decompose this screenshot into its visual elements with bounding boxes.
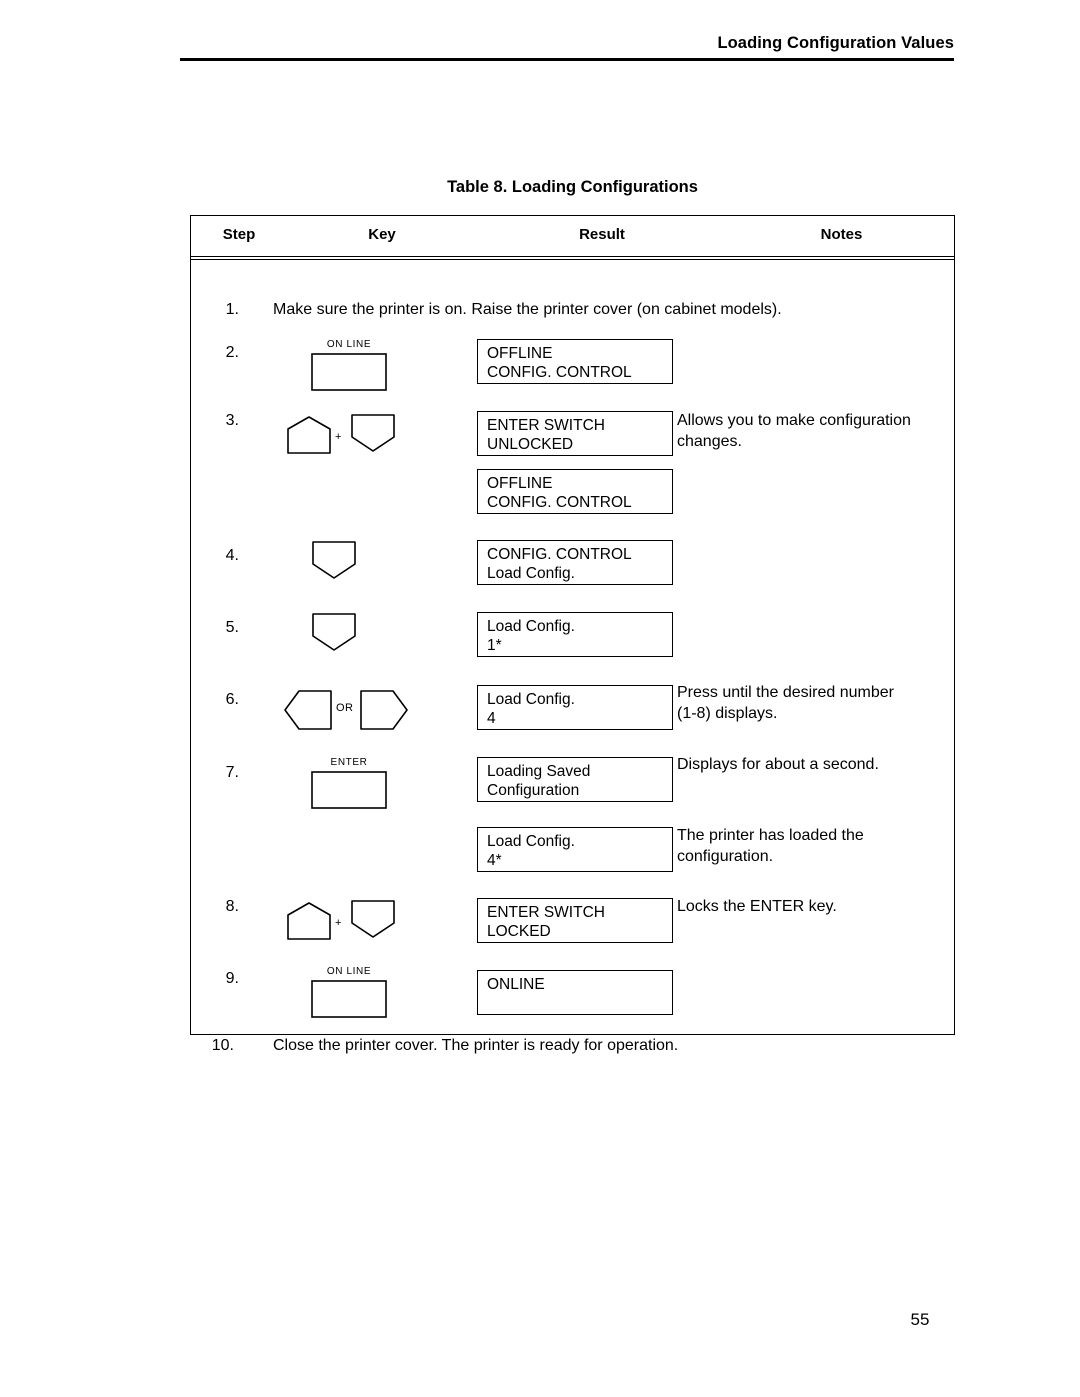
column-header-key: Key xyxy=(368,226,396,243)
key-connector-or: OR xyxy=(336,702,354,714)
down-arrow-key-icon[interactable] xyxy=(350,413,396,453)
result-display: ENTER SWITCH UNLOCKED xyxy=(477,411,673,456)
notes-text: Press until the desired number (1-8) dis… xyxy=(677,682,937,725)
notes-line-2: changes. xyxy=(677,433,742,451)
notes-line-1: Displays for about a second. xyxy=(677,756,879,773)
column-header-result: Result xyxy=(579,226,625,243)
key-label: ON LINE xyxy=(326,966,372,977)
result-display: Load Config. 4 xyxy=(477,685,673,730)
result-display: Loading Saved Configuration xyxy=(477,757,673,802)
right-arrow-key-icon[interactable] xyxy=(359,689,409,731)
result-line-1: OFFLINE xyxy=(487,475,553,492)
down-arrow-key-icon[interactable] xyxy=(350,899,396,939)
result-line-2: 1* xyxy=(487,637,502,655)
table-body: 1. Make sure the printer is on. Raise th… xyxy=(191,257,954,1075)
rectangular-key-icon xyxy=(311,771,387,809)
result-display: Load Config. 1* xyxy=(477,612,673,657)
key-label: ENTER xyxy=(330,757,368,768)
notes-line-1: The printer has loaded the xyxy=(677,827,864,844)
running-head-text: Loading Configuration Values xyxy=(717,34,954,52)
step-number: 2. xyxy=(225,344,239,361)
notes-line-1: Locks the ENTER key. xyxy=(677,898,837,915)
step-number: 4. xyxy=(225,547,239,564)
result-line-2: LOCKED xyxy=(487,923,551,941)
key-connector-plus: + xyxy=(335,917,342,929)
page-running-header: Loading Configuration Values xyxy=(180,34,954,61)
result-display: ENTER SWITCH LOCKED xyxy=(477,898,673,943)
notes-line-2: (1-8) displays. xyxy=(677,705,778,723)
step-number: 3. xyxy=(225,412,239,429)
page-number: 55 xyxy=(910,1310,930,1329)
result-line-2: Configuration xyxy=(487,782,580,800)
result-line-1: ENTER SWITCH xyxy=(487,904,605,921)
step-number: 5. xyxy=(225,619,239,636)
result-line-1: OFFLINE xyxy=(487,345,553,362)
result-line-2: CONFIG. CONTROL xyxy=(487,364,632,382)
result-line-2: 4* xyxy=(487,852,502,870)
down-arrow-key-icon[interactable] xyxy=(311,612,357,652)
result-line-1: Loading Saved xyxy=(487,763,591,780)
result-line-1: Load Config. xyxy=(487,618,575,635)
table-caption: Table 8. Loading Configurations xyxy=(447,178,698,196)
result-line-2: 4 xyxy=(487,710,496,728)
notes-text: The printer has loaded the configuration… xyxy=(677,825,937,868)
step-number: 7. xyxy=(225,764,239,781)
step-number: 9. xyxy=(225,970,239,987)
result-display: OFFLINE CONFIG. CONTROL xyxy=(477,339,673,384)
header-rule xyxy=(180,57,954,61)
result-line-1: Load Config. xyxy=(487,691,575,708)
notes-line-1: Allows you to make configuration xyxy=(677,412,911,429)
key-enter-button[interactable]: ENTER xyxy=(301,757,397,809)
result-line-2: UNLOCKED xyxy=(487,436,574,454)
loading-configurations-table: Step Key Result Notes 1. Make sure the p… xyxy=(190,215,955,1054)
key-connector-plus: + xyxy=(335,431,342,443)
result-display: ONLINE xyxy=(477,970,673,1015)
result-line-1: ONLINE xyxy=(487,976,545,993)
step-number: 8. xyxy=(225,898,239,915)
column-header-notes: Notes xyxy=(820,226,863,243)
result-line-1: ENTER SWITCH xyxy=(487,417,605,434)
result-line-2: Load Config. xyxy=(487,565,575,583)
notes-line-1: Press until the desired number xyxy=(677,684,894,701)
down-arrow-key-icon[interactable] xyxy=(311,540,357,580)
left-arrow-key-icon[interactable] xyxy=(283,689,333,731)
key-combo-left-or-right[interactable]: OR xyxy=(283,687,413,733)
step-number: 10. xyxy=(211,1037,234,1054)
column-header-step: Step xyxy=(222,226,256,243)
table-header-row: Step Key Result Notes xyxy=(191,216,954,260)
notes-text: Locks the ENTER key. xyxy=(677,896,937,917)
result-display: Load Config. 4* xyxy=(477,827,673,872)
key-combo-up-plus-down[interactable]: + xyxy=(286,895,406,941)
rectangular-key-icon xyxy=(311,353,387,391)
result-line-1: CONFIG. CONTROL xyxy=(487,546,632,563)
notes-text: Displays for about a second. xyxy=(677,754,937,775)
step-number: 6. xyxy=(225,691,239,708)
result-line-1: Load Config. xyxy=(487,833,575,850)
key-online-button[interactable]: ON LINE xyxy=(301,339,397,391)
step-number: 1. xyxy=(225,301,239,318)
notes-text: Allows you to make configuration changes… xyxy=(677,410,937,453)
notes-line-2: configuration. xyxy=(677,848,774,866)
result-display: CONFIG. CONTROL Load Config. xyxy=(477,540,673,585)
key-down-arrow[interactable] xyxy=(311,612,371,658)
key-online-button[interactable]: ON LINE xyxy=(301,966,397,1018)
step-fulltext: Make sure the printer is on. Raise the p… xyxy=(273,301,782,318)
key-label: ON LINE xyxy=(326,339,372,350)
step-fulltext: Close the printer cover. The printer is … xyxy=(273,1037,679,1054)
rectangular-key-icon xyxy=(311,980,387,1018)
up-arrow-key-icon[interactable] xyxy=(286,415,332,455)
result-line-2: CONFIG. CONTROL xyxy=(487,494,632,512)
result-display: OFFLINE CONFIG. CONTROL xyxy=(477,469,673,514)
key-down-arrow[interactable] xyxy=(311,540,371,586)
up-arrow-key-icon[interactable] xyxy=(286,901,332,941)
key-combo-up-plus-down[interactable]: + xyxy=(286,409,406,455)
